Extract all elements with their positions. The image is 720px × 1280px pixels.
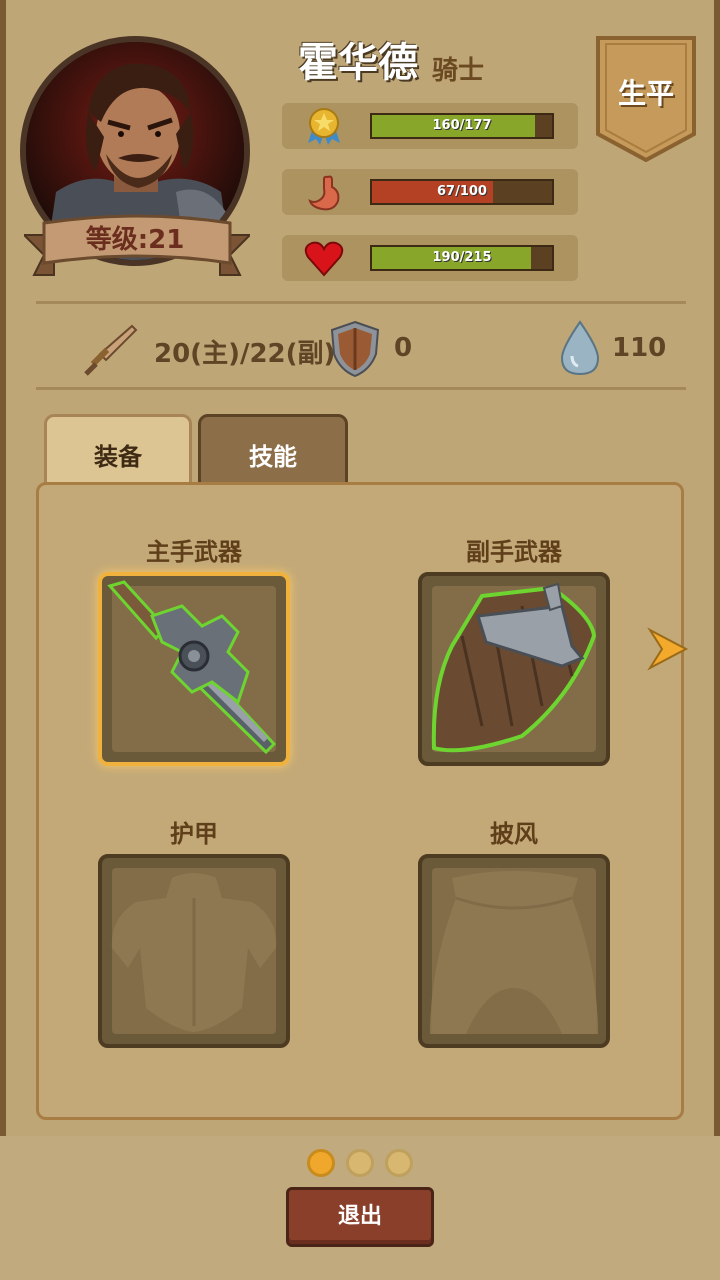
- main-weapon-slot[interactable]: [98, 572, 290, 766]
- shield-icon: [330, 320, 380, 378]
- hunger-value: 67/100: [437, 184, 487, 199]
- experience-stat: 160/177: [282, 103, 578, 149]
- off-weapon-label: 副手武器: [466, 538, 562, 566]
- cloak-placeholder-icon: [430, 871, 598, 1034]
- wooden-shield-item-icon: [431, 582, 597, 753]
- cloak-slot[interactable]: [418, 854, 610, 1048]
- page-dot-3[interactable]: [385, 1149, 413, 1177]
- off-weapon-slot[interactable]: [418, 572, 610, 766]
- experience-bar: 160/177: [370, 113, 554, 139]
- right-border: [714, 0, 720, 1136]
- left-border: [0, 0, 6, 1136]
- stomach-icon: [308, 175, 340, 211]
- page-dot-2[interactable]: [346, 1149, 374, 1177]
- divider-bottom: [36, 387, 686, 390]
- experience-value: 160/177: [432, 118, 492, 133]
- armor-placeholder-icon: [111, 873, 277, 1032]
- armor-label: 护甲: [170, 820, 218, 848]
- page-dot-1[interactable]: [307, 1149, 335, 1177]
- hunger-stat: 67/100: [282, 169, 578, 215]
- main-weapon-label: 主手武器: [146, 538, 242, 566]
- hero-class: 骑士: [432, 56, 485, 86]
- health-value: 190/215: [432, 250, 492, 265]
- health-stat: 190/215: [282, 235, 578, 281]
- sword-icon: [84, 324, 138, 376]
- medal-icon: [308, 108, 340, 145]
- divider-top: [36, 301, 686, 304]
- defense-value: 0: [394, 333, 413, 363]
- armor-slot[interactable]: [98, 854, 290, 1048]
- attack-value: 20(主)/22(副): [154, 339, 336, 369]
- water-value: 110: [612, 333, 667, 363]
- hero-name: 霍华德: [298, 40, 418, 86]
- sword-item-icon: [107, 580, 277, 755]
- exit-button[interactable]: 退出: [286, 1187, 434, 1247]
- level-label: 等级:21: [85, 225, 185, 255]
- cloak-label: 披风: [490, 820, 538, 848]
- health-bar: 190/215: [370, 245, 554, 271]
- career-label[interactable]: 生平: [594, 72, 698, 112]
- heart-icon: [304, 241, 344, 277]
- next-page-arrow-icon[interactable]: [644, 626, 690, 672]
- hunger-bar: 67/100: [370, 179, 554, 205]
- water-drop-icon: [560, 320, 600, 376]
